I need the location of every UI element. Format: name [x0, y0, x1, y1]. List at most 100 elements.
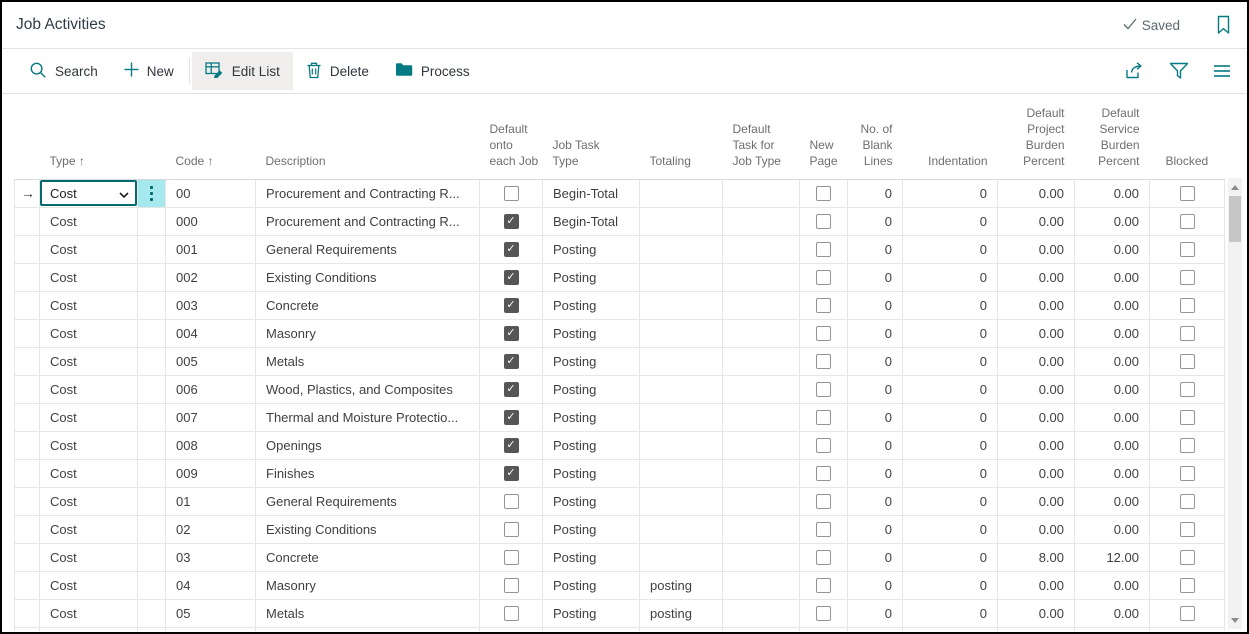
cell-totaling[interactable]	[640, 543, 723, 571]
checkbox-default_onto_each_job-checked[interactable]: ✓	[504, 410, 519, 425]
column-header-type[interactable]: Type ↑	[40, 94, 138, 179]
cell-description[interactable]: Wood, Plastics, and Composites	[256, 375, 480, 403]
cell-code[interactable]: 005	[166, 347, 256, 375]
list-view-icon[interactable]	[1213, 64, 1231, 78]
checkbox-default_onto_each_job-checked[interactable]: ✓	[504, 438, 519, 453]
cell-new_page[interactable]	[800, 431, 848, 459]
cell-blocked[interactable]	[1150, 599, 1225, 627]
cell-default_service_burden_percent[interactable]: 0.00	[1075, 403, 1150, 431]
bookmark-icon[interactable]	[1216, 15, 1231, 35]
checkbox-new_page-unchecked[interactable]	[816, 578, 831, 593]
cell-code[interactable]: 00	[166, 179, 256, 207]
cell-new_page[interactable]	[800, 459, 848, 487]
checkbox-new_page-unchecked[interactable]	[816, 214, 831, 229]
cell-default_service_burden_percent[interactable]: 0.00	[1075, 319, 1150, 347]
checkbox-blocked-unchecked[interactable]	[1180, 578, 1195, 593]
cell-description[interactable]: Metals	[256, 347, 480, 375]
cell-indentation[interactable]: 0	[903, 347, 998, 375]
cell-blocked[interactable]	[1150, 263, 1225, 291]
cell-description[interactable]: Concrete	[256, 291, 480, 319]
cell-description[interactable]: Concrete	[256, 543, 480, 571]
checkbox-new_page-unchecked[interactable]	[816, 606, 831, 621]
cell-default_task_for_job_type[interactable]	[723, 375, 800, 403]
cell-job_task_type[interactable]: Posting	[543, 431, 640, 459]
cell-indentation[interactable]: 0	[903, 179, 998, 207]
cell-default_project_burden_percent[interactable]: 0.00	[998, 347, 1075, 375]
checkbox-new_page-unchecked[interactable]	[816, 326, 831, 341]
checkbox-blocked-unchecked[interactable]	[1180, 214, 1195, 229]
column-header-no_of_blank_lines[interactable]: No. of Blank Lines	[848, 94, 903, 179]
cell-indentation[interactable]: 0	[903, 235, 998, 263]
checkbox-default_onto_each_job-unchecked[interactable]	[504, 578, 519, 593]
cell-default_onto_each_job[interactable]: ✓	[480, 263, 543, 291]
checkbox-default_onto_each_job-checked[interactable]: ✓	[504, 466, 519, 481]
cell-description[interactable]: Existing Conditions	[256, 263, 480, 291]
column-header-default_task_for_job_type[interactable]: Default Task for Job Type	[723, 94, 800, 179]
cell-description[interactable]: Metals	[256, 599, 480, 627]
cell-type[interactable]: Cost	[40, 375, 138, 403]
cell-blocked[interactable]	[1150, 291, 1225, 319]
cell-default_task_for_job_type[interactable]	[723, 319, 800, 347]
column-header-description[interactable]: Description	[256, 94, 480, 179]
cell-default_onto_each_job[interactable]: ✓	[480, 375, 543, 403]
cell-default_project_burden_percent[interactable]: 0.00	[998, 487, 1075, 515]
cell-job_task_type[interactable]: Posting	[543, 459, 640, 487]
column-header-default_project_burden_percent[interactable]: Default Project Burden Percent	[998, 94, 1075, 179]
cell-default_task_for_job_type[interactable]	[723, 235, 800, 263]
checkbox-blocked-unchecked[interactable]	[1180, 494, 1195, 509]
cell-default_service_burden_percent[interactable]: 0.00	[1075, 599, 1150, 627]
cell-type[interactable]: Cost	[40, 207, 138, 235]
checkbox-blocked-unchecked[interactable]	[1180, 270, 1195, 285]
cell-job_task_type[interactable]: Posting	[543, 375, 640, 403]
checkbox-new_page-unchecked[interactable]	[816, 298, 831, 313]
cell-totaling[interactable]: posting	[640, 571, 723, 599]
column-header-default_onto_each_job[interactable]: Default onto each Job	[480, 94, 543, 179]
cell-indentation[interactable]: 0	[903, 291, 998, 319]
cell-indentation[interactable]: 0	[903, 543, 998, 571]
checkbox-default_onto_each_job-unchecked[interactable]	[504, 186, 519, 201]
cell-default_project_burden_percent[interactable]: 0.00	[998, 375, 1075, 403]
cell-indentation[interactable]: 0	[903, 403, 998, 431]
cell-default_task_for_job_type[interactable]	[723, 263, 800, 291]
type-dropdown[interactable]: Cost	[40, 180, 137, 206]
cell-type[interactable]: Cost	[40, 263, 138, 291]
cell-description[interactable]: Existing Conditions	[256, 515, 480, 543]
checkbox-default_onto_each_job-unchecked[interactable]	[504, 494, 519, 509]
new-button[interactable]: New	[111, 52, 187, 90]
scroll-down-arrow-icon[interactable]	[1228, 613, 1242, 627]
cell-type[interactable]: Cost	[40, 403, 138, 431]
cell-totaling[interactable]	[640, 235, 723, 263]
checkbox-blocked-unchecked[interactable]	[1180, 242, 1195, 257]
cell-job_task_type[interactable]: Begin-Total	[543, 207, 640, 235]
checkbox-new_page-unchecked[interactable]	[816, 382, 831, 397]
cell-default_task_for_job_type[interactable]	[723, 543, 800, 571]
checkbox-blocked-unchecked[interactable]	[1180, 326, 1195, 341]
cell-description[interactable]: Masonry	[256, 319, 480, 347]
cell-totaling[interactable]	[640, 487, 723, 515]
cell-indentation[interactable]: 0	[903, 571, 998, 599]
row-ellipsis-menu-icon[interactable]	[138, 180, 165, 207]
cell-job_task_type[interactable]: Posting	[543, 263, 640, 291]
cell-description[interactable]: General Requirements	[256, 235, 480, 263]
cell-blocked[interactable]	[1150, 403, 1225, 431]
cell-indentation[interactable]: 0	[903, 599, 998, 627]
cell-type[interactable]: Cost	[40, 431, 138, 459]
edit-list-button[interactable]: Edit List	[192, 52, 293, 90]
cell-default_project_burden_percent[interactable]: 0.00	[998, 571, 1075, 599]
cell-no_of_blank_lines[interactable]: 0	[848, 543, 903, 571]
cell-default_project_burden_percent[interactable]: 0.00	[998, 235, 1075, 263]
cell-blocked[interactable]	[1150, 515, 1225, 543]
cell-new_page[interactable]	[800, 571, 848, 599]
cell-new_page[interactable]	[800, 487, 848, 515]
delete-button[interactable]: Delete	[293, 52, 382, 90]
cell-indentation[interactable]: 0	[903, 459, 998, 487]
checkbox-new_page-unchecked[interactable]	[816, 242, 831, 257]
cell-new_page[interactable]	[800, 263, 848, 291]
checkbox-new_page-unchecked[interactable]	[816, 438, 831, 453]
column-header-indentation[interactable]: Indentation	[903, 94, 998, 179]
cell-no_of_blank_lines[interactable]: 0	[848, 599, 903, 627]
cell-default_service_burden_percent[interactable]: 0.00	[1075, 207, 1150, 235]
cell-no_of_blank_lines[interactable]: 0	[848, 431, 903, 459]
cell-default_onto_each_job[interactable]: ✓	[480, 319, 543, 347]
cell-default_task_for_job_type[interactable]	[723, 403, 800, 431]
